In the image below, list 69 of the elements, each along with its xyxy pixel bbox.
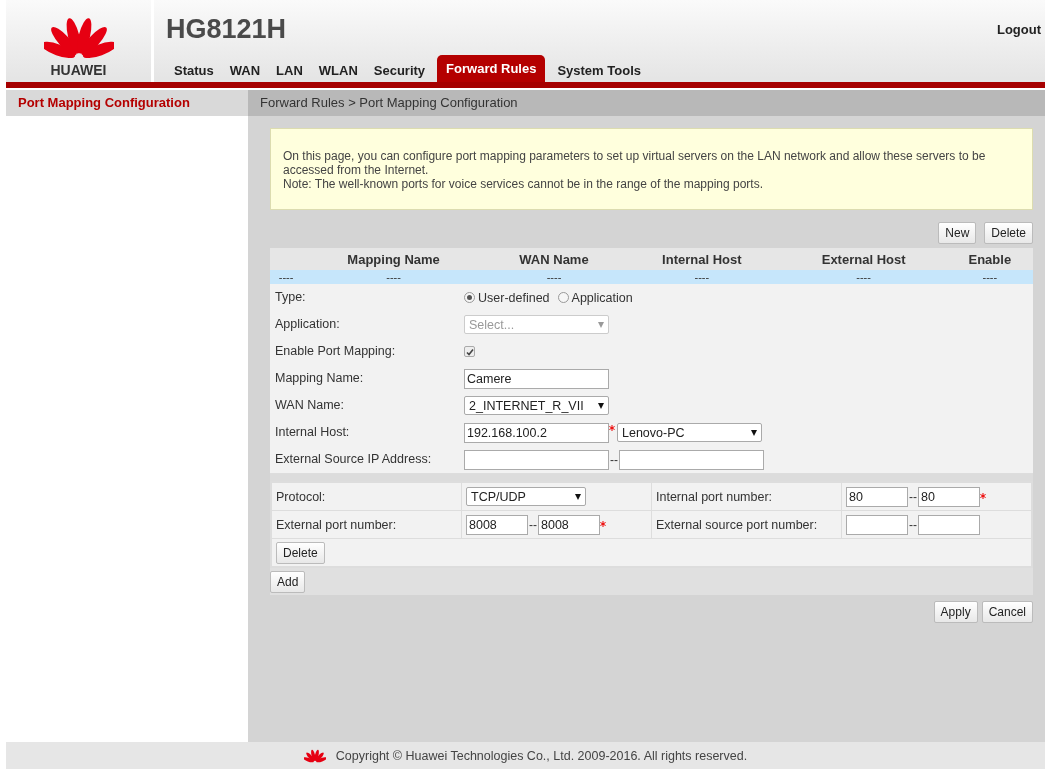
external-port-start-input[interactable]: 8008: [466, 514, 528, 535]
sidebar-item[interactable]: Port Mapping Configuration: [6, 90, 248, 116]
column-header: Internal Host: [662, 251, 742, 267]
copyright-text: Copyright © Huawei Technologies Co., Ltd. 2009-2016. All rights reserved.: [335, 748, 748, 763]
field-label: Mapping Name:: [274, 370, 365, 387]
caret-icon: [598, 321, 604, 328]
nav-tab[interactable]: Security: [365, 58, 434, 82]
nav-tab[interactable]: System Tools: [549, 58, 649, 82]
huawei-logo-icon: [43, 16, 114, 60]
field-label: External Source IP Address:: [274, 451, 433, 468]
field-label: External port number:: [276, 517, 397, 532]
logout-link[interactable]: Logout: [996, 22, 1041, 37]
nav-tab[interactable]: WAN: [221, 58, 269, 82]
caret-icon: [751, 429, 757, 436]
table-cell: ----: [780, 270, 947, 284]
action-button[interactable]: Apply: [933, 601, 978, 623]
table-cell: ----: [302, 270, 485, 284]
text-input[interactable]: Camere: [464, 368, 609, 389]
breadcrumb: Forward Rules > Port Mapping Configuration: [248, 90, 1045, 116]
table-cell: ----: [270, 270, 303, 284]
table-cell: ----: [484, 270, 623, 284]
radio-option[interactable]: User-defined: [464, 290, 550, 305]
huawei-logo-icon: [303, 748, 326, 763]
info-notice: On this page, you can configure port mapping parameters to set up virtual servers on the LAN network and allow these servers to be accessed from the Internet. Note: The well-known ports for voice services cannot be in the range of the mapping ports.: [270, 128, 1033, 210]
source-port-end-input[interactable]: [918, 514, 980, 535]
radio-button-icon[interactable]: [557, 292, 569, 303]
caret-icon: [575, 493, 581, 500]
delete-rule-button[interactable]: Delete: [276, 541, 325, 564]
column-header: Enable: [968, 251, 1012, 267]
range-separator: --: [908, 517, 918, 532]
radio-button-icon[interactable]: [464, 292, 475, 303]
internal-port-end-input[interactable]: 80: [918, 486, 980, 507]
ip-range-start-input[interactable]: [464, 449, 609, 470]
add-button[interactable]: Add: [270, 571, 306, 593]
external-port-end-input[interactable]: 8008: [538, 514, 600, 535]
nav-tab[interactable]: LAN: [268, 58, 311, 82]
protocol-select[interactable]: TCP/UDP: [466, 487, 586, 506]
brand-name: HUAWEI: [50, 62, 107, 78]
field-label: Application:: [274, 316, 341, 333]
range-separator: --: [908, 489, 918, 504]
column-header: Mapping Name: [347, 251, 440, 267]
field-label: Enable Port Mapping:: [274, 343, 397, 360]
radio-option[interactable]: Application: [557, 290, 633, 305]
source-port-start-input[interactable]: [846, 514, 908, 535]
field-label: WAN Name:: [274, 397, 345, 414]
device-model-title: HG8121H: [166, 13, 288, 45]
toolbar-button[interactable]: New: [938, 222, 977, 244]
column-header: WAN Name: [519, 251, 589, 267]
host-select[interactable]: Lenovo-PC: [617, 423, 762, 442]
field-label: Protocol:: [276, 489, 326, 504]
toolbar-button[interactable]: Delete: [984, 222, 1033, 244]
field-label: Internal port number:: [656, 489, 773, 504]
ip-range-end-input[interactable]: [619, 449, 764, 470]
nav-tab[interactable]: Forward Rules: [437, 55, 546, 82]
field-label: Type:: [274, 289, 307, 306]
field-label: Internal Host:: [274, 424, 351, 441]
internal-port-start-input[interactable]: 80: [846, 486, 908, 507]
range-separator: --: [528, 517, 538, 532]
range-separator: --: [609, 452, 619, 467]
caret-icon: [598, 402, 604, 409]
ip-address-input[interactable]: 192.168.100.2: [464, 422, 609, 443]
table-cell: ----: [623, 270, 781, 284]
dropdown-select[interactable]: 2_INTERNET_R_VII: [464, 396, 609, 415]
nav-tab[interactable]: Status: [166, 58, 222, 82]
nav-tab[interactable]: WLAN: [310, 58, 366, 82]
action-button[interactable]: Cancel: [981, 601, 1033, 623]
column-header: External Host: [821, 251, 906, 267]
table-cell: ----: [946, 270, 1033, 284]
field-label: External source port number:: [656, 517, 818, 532]
